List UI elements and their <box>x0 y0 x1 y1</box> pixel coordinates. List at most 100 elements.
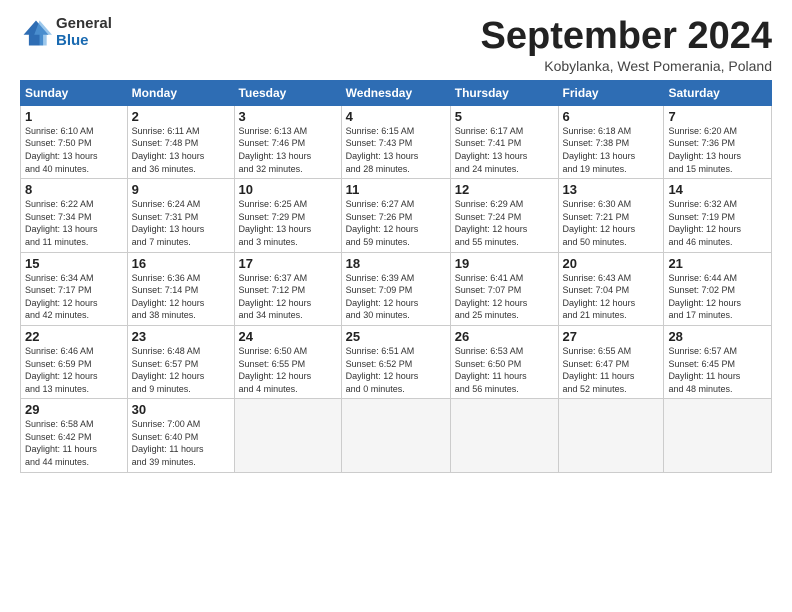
day-info: Sunrise: 6:57 AMSunset: 6:45 PMDaylight:… <box>668 345 767 395</box>
day-number: 3 <box>239 109 337 124</box>
day-number: 26 <box>455 329 554 344</box>
table-row: 1Sunrise: 6:10 AMSunset: 7:50 PMDaylight… <box>21 105 128 178</box>
table-row: 25Sunrise: 6:51 AMSunset: 6:52 PMDayligh… <box>341 325 450 398</box>
day-info: Sunrise: 6:13 AMSunset: 7:46 PMDaylight:… <box>239 125 337 175</box>
col-sunday: Sunday <box>21 80 128 105</box>
logo-text: General Blue <box>56 16 112 49</box>
day-number: 4 <box>346 109 446 124</box>
day-number: 24 <box>239 329 337 344</box>
table-row: 7Sunrise: 6:20 AMSunset: 7:36 PMDaylight… <box>664 105 772 178</box>
day-number: 2 <box>132 109 230 124</box>
day-info: Sunrise: 6:18 AMSunset: 7:38 PMDaylight:… <box>563 125 660 175</box>
col-thursday: Thursday <box>450 80 558 105</box>
day-info: Sunrise: 6:51 AMSunset: 6:52 PMDaylight:… <box>346 345 446 395</box>
day-number: 22 <box>25 329 123 344</box>
day-info: Sunrise: 6:32 AMSunset: 7:19 PMDaylight:… <box>668 198 767 248</box>
table-row <box>558 399 664 472</box>
day-number: 8 <box>25 182 123 197</box>
day-number: 30 <box>132 402 230 417</box>
table-row: 29Sunrise: 6:58 AMSunset: 6:42 PMDayligh… <box>21 399 128 472</box>
day-number: 11 <box>346 182 446 197</box>
day-number: 19 <box>455 256 554 271</box>
table-row: 8Sunrise: 6:22 AMSunset: 7:34 PMDaylight… <box>21 179 128 252</box>
day-number: 21 <box>668 256 767 271</box>
col-saturday: Saturday <box>664 80 772 105</box>
day-info: Sunrise: 6:30 AMSunset: 7:21 PMDaylight:… <box>563 198 660 248</box>
day-number: 10 <box>239 182 337 197</box>
table-row <box>234 399 341 472</box>
day-info: Sunrise: 6:41 AMSunset: 7:07 PMDaylight:… <box>455 272 554 322</box>
header: General Blue September 2024 Kobylanka, W… <box>20 16 772 74</box>
table-row: 18Sunrise: 6:39 AMSunset: 7:09 PMDayligh… <box>341 252 450 325</box>
table-row: 26Sunrise: 6:53 AMSunset: 6:50 PMDayligh… <box>450 325 558 398</box>
day-number: 9 <box>132 182 230 197</box>
day-number: 7 <box>668 109 767 124</box>
week-row: 8Sunrise: 6:22 AMSunset: 7:34 PMDaylight… <box>21 179 772 252</box>
col-tuesday: Tuesday <box>234 80 341 105</box>
calendar: Sunday Monday Tuesday Wednesday Thursday… <box>20 80 772 473</box>
table-row: 23Sunrise: 6:48 AMSunset: 6:57 PMDayligh… <box>127 325 234 398</box>
table-row: 27Sunrise: 6:55 AMSunset: 6:47 PMDayligh… <box>558 325 664 398</box>
day-info: Sunrise: 6:53 AMSunset: 6:50 PMDaylight:… <box>455 345 554 395</box>
day-info: Sunrise: 6:58 AMSunset: 6:42 PMDaylight:… <box>25 418 123 468</box>
col-friday: Friday <box>558 80 664 105</box>
day-number: 27 <box>563 329 660 344</box>
table-row: 9Sunrise: 6:24 AMSunset: 7:31 PMDaylight… <box>127 179 234 252</box>
day-number: 20 <box>563 256 660 271</box>
day-number: 6 <box>563 109 660 124</box>
day-number: 28 <box>668 329 767 344</box>
day-number: 1 <box>25 109 123 124</box>
day-number: 25 <box>346 329 446 344</box>
day-number: 13 <box>563 182 660 197</box>
table-row: 17Sunrise: 6:37 AMSunset: 7:12 PMDayligh… <box>234 252 341 325</box>
calendar-header-row: Sunday Monday Tuesday Wednesday Thursday… <box>21 80 772 105</box>
day-number: 12 <box>455 182 554 197</box>
day-info: Sunrise: 6:50 AMSunset: 6:55 PMDaylight:… <box>239 345 337 395</box>
table-row: 21Sunrise: 6:44 AMSunset: 7:02 PMDayligh… <box>664 252 772 325</box>
week-row: 29Sunrise: 6:58 AMSunset: 6:42 PMDayligh… <box>21 399 772 472</box>
title-block: September 2024 Kobylanka, West Pomerania… <box>481 16 773 74</box>
day-number: 23 <box>132 329 230 344</box>
day-number: 15 <box>25 256 123 271</box>
week-row: 22Sunrise: 6:46 AMSunset: 6:59 PMDayligh… <box>21 325 772 398</box>
day-info: Sunrise: 6:25 AMSunset: 7:29 PMDaylight:… <box>239 198 337 248</box>
table-row: 16Sunrise: 6:36 AMSunset: 7:14 PMDayligh… <box>127 252 234 325</box>
day-info: Sunrise: 6:46 AMSunset: 6:59 PMDaylight:… <box>25 345 123 395</box>
table-row: 4Sunrise: 6:15 AMSunset: 7:43 PMDaylight… <box>341 105 450 178</box>
day-info: Sunrise: 6:22 AMSunset: 7:34 PMDaylight:… <box>25 198 123 248</box>
day-info: Sunrise: 6:20 AMSunset: 7:36 PMDaylight:… <box>668 125 767 175</box>
day-info: Sunrise: 6:48 AMSunset: 6:57 PMDaylight:… <box>132 345 230 395</box>
table-row <box>450 399 558 472</box>
day-info: Sunrise: 6:11 AMSunset: 7:48 PMDaylight:… <box>132 125 230 175</box>
logo: General Blue <box>20 16 112 49</box>
table-row: 11Sunrise: 6:27 AMSunset: 7:26 PMDayligh… <box>341 179 450 252</box>
table-row <box>341 399 450 472</box>
table-row <box>664 399 772 472</box>
week-row: 1Sunrise: 6:10 AMSunset: 7:50 PMDaylight… <box>21 105 772 178</box>
page: General Blue September 2024 Kobylanka, W… <box>0 0 792 612</box>
day-number: 16 <box>132 256 230 271</box>
day-info: Sunrise: 6:27 AMSunset: 7:26 PMDaylight:… <box>346 198 446 248</box>
day-info: Sunrise: 6:39 AMSunset: 7:09 PMDaylight:… <box>346 272 446 322</box>
day-info: Sunrise: 6:37 AMSunset: 7:12 PMDaylight:… <box>239 272 337 322</box>
day-number: 17 <box>239 256 337 271</box>
table-row: 10Sunrise: 6:25 AMSunset: 7:29 PMDayligh… <box>234 179 341 252</box>
table-row: 3Sunrise: 6:13 AMSunset: 7:46 PMDaylight… <box>234 105 341 178</box>
table-row: 13Sunrise: 6:30 AMSunset: 7:21 PMDayligh… <box>558 179 664 252</box>
col-monday: Monday <box>127 80 234 105</box>
day-number: 18 <box>346 256 446 271</box>
table-row: 5Sunrise: 6:17 AMSunset: 7:41 PMDaylight… <box>450 105 558 178</box>
logo-icon <box>20 17 52 49</box>
table-row: 30Sunrise: 7:00 AMSunset: 6:40 PMDayligh… <box>127 399 234 472</box>
table-row: 28Sunrise: 6:57 AMSunset: 6:45 PMDayligh… <box>664 325 772 398</box>
table-row: 22Sunrise: 6:46 AMSunset: 6:59 PMDayligh… <box>21 325 128 398</box>
day-number: 14 <box>668 182 767 197</box>
table-row: 6Sunrise: 6:18 AMSunset: 7:38 PMDaylight… <box>558 105 664 178</box>
day-info: Sunrise: 6:55 AMSunset: 6:47 PMDaylight:… <box>563 345 660 395</box>
day-info: Sunrise: 6:10 AMSunset: 7:50 PMDaylight:… <box>25 125 123 175</box>
subtitle: Kobylanka, West Pomerania, Poland <box>481 58 773 74</box>
day-info: Sunrise: 6:36 AMSunset: 7:14 PMDaylight:… <box>132 272 230 322</box>
table-row: 19Sunrise: 6:41 AMSunset: 7:07 PMDayligh… <box>450 252 558 325</box>
col-wednesday: Wednesday <box>341 80 450 105</box>
logo-general: General <box>56 16 112 33</box>
